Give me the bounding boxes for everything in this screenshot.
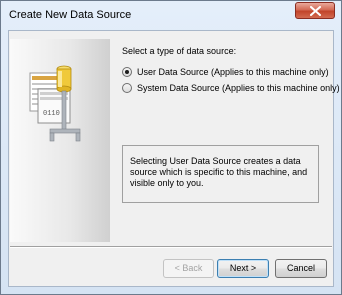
- user-data-source-label: User Data Source (Applies to this machin…: [137, 67, 329, 77]
- user-data-source-option[interactable]: User Data Source (Applies to this machin…: [122, 67, 329, 77]
- window-title: Create New Data Source: [9, 9, 132, 21]
- wizard-image-panel: 0110: [10, 39, 110, 242]
- description-text: Selecting User Data Source creates a dat…: [130, 156, 308, 188]
- system-data-source-option[interactable]: System Data Source (Applies to this mach…: [122, 83, 340, 93]
- dialog-body: 0110 Select a type of data source: User …: [8, 30, 340, 287]
- data-source-type-prompt: Select a type of data source:: [122, 46, 237, 56]
- description-box: Selecting User Data Source creates a dat…: [122, 145, 319, 203]
- dialog-window: Create New Data Source 0110 Select a typ…: [0, 0, 342, 295]
- back-button[interactable]: < Back: [163, 259, 214, 278]
- system-data-source-label: System Data Source (Applies to this mach…: [137, 83, 340, 93]
- button-separator: [10, 246, 332, 248]
- close-icon: [310, 6, 321, 16]
- close-button[interactable]: [295, 2, 335, 19]
- cancel-button[interactable]: Cancel: [275, 259, 327, 278]
- data-source-icon: 0110: [29, 65, 81, 142]
- system-data-source-radio[interactable]: [122, 83, 132, 93]
- radio-selected-dot: [125, 70, 129, 74]
- title-bar[interactable]: Create New Data Source: [1, 1, 341, 30]
- next-button[interactable]: Next >: [217, 259, 269, 278]
- user-data-source-radio[interactable]: [122, 67, 132, 77]
- illustration-digits: 0110: [43, 110, 60, 118]
